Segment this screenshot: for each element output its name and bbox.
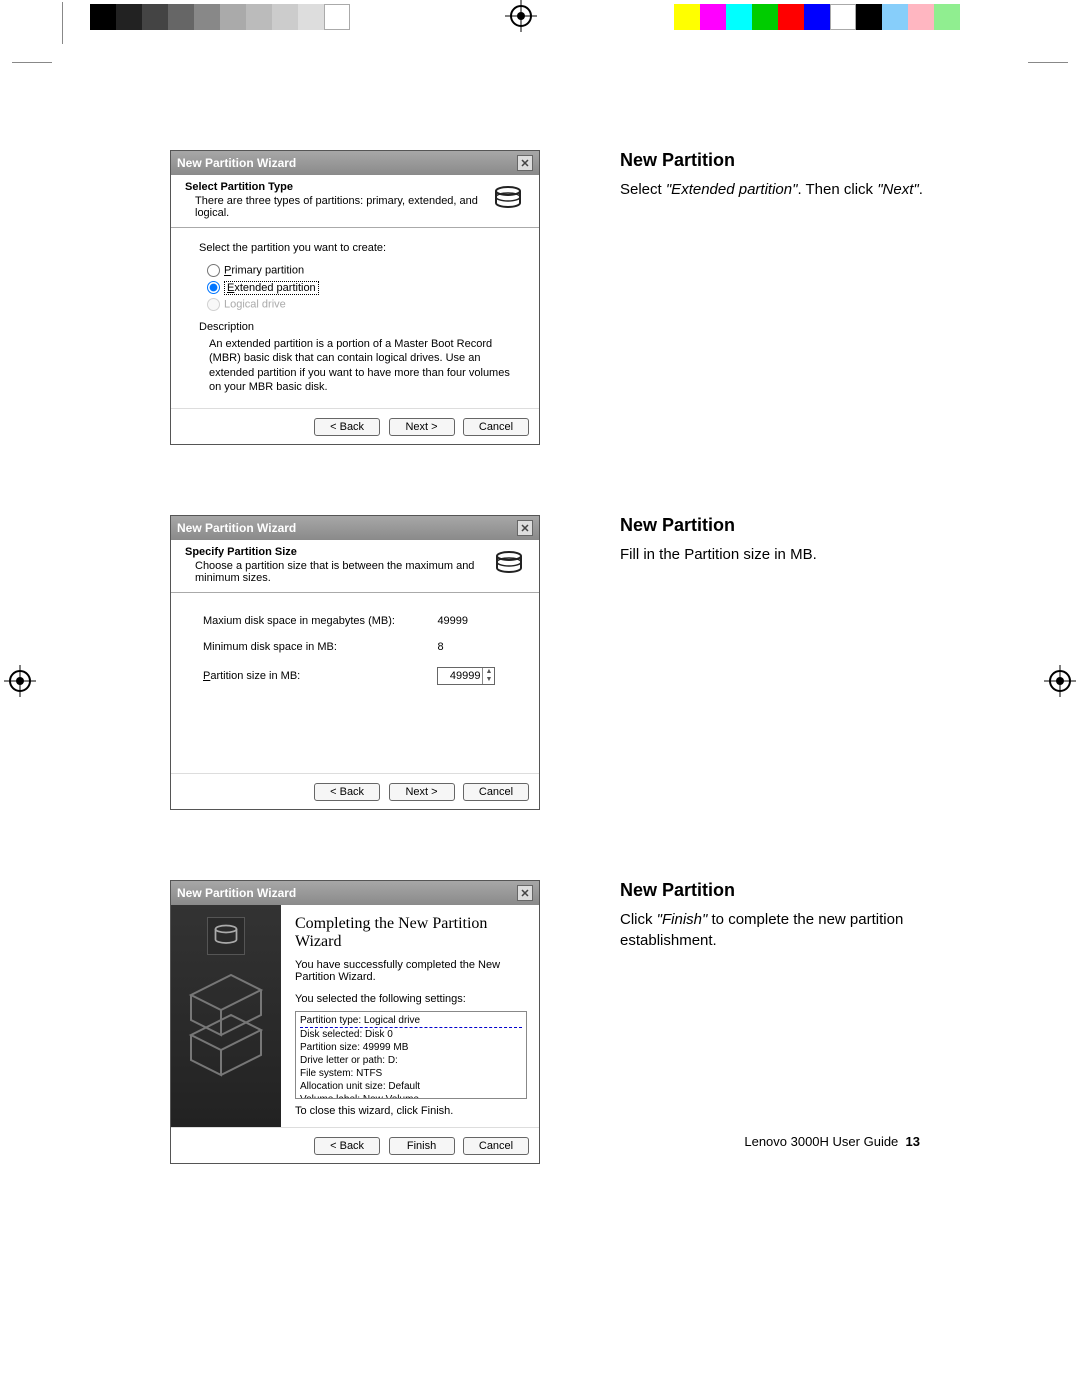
instruction-heading: New Partition [620, 150, 950, 171]
finish-button[interactable]: Finish [389, 1137, 455, 1155]
wizard-title: New Partition Wizard [177, 521, 296, 535]
disk-stack-icon [207, 917, 245, 955]
disk-stack-icon [492, 181, 525, 217]
footer-page-number: 13 [906, 1134, 920, 1149]
instruction-heading: New Partition [620, 515, 950, 536]
select-partition-prompt: Select the partition you want to create: [199, 242, 511, 254]
back-button[interactable]: < Back [314, 418, 380, 436]
radio-primary-partition[interactable]: PPrimary partitionrimary partition [207, 264, 511, 277]
wizard-title: New Partition Wizard [177, 886, 296, 900]
partition-size-stepper[interactable]: ▲▼ [437, 667, 495, 685]
instruction-text: Click "Finish" to complete the new parti… [620, 909, 950, 951]
list-item: File system: NTFS [300, 1067, 522, 1080]
completing-heading: Completing the New Partition Wizard [295, 915, 527, 951]
page-footer: Lenovo 3000H User Guide 13 [744, 1134, 920, 1149]
list-item: Volume label: New Volume [300, 1093, 522, 1099]
cancel-button[interactable]: Cancel [463, 418, 529, 436]
wizard-side-graphic [171, 905, 281, 1127]
close-icon[interactable]: ✕ [517, 520, 533, 536]
back-button[interactable]: < Back [314, 1137, 380, 1155]
list-item: Drive letter or path: D: [300, 1054, 522, 1067]
back-button[interactable]: < Back [314, 783, 380, 801]
cancel-button[interactable]: Cancel [463, 1137, 529, 1155]
footer-guide-name: Lenovo 3000H User Guide [744, 1134, 898, 1149]
wizard-header-title: Specify Partition Size [185, 546, 493, 558]
completing-success-text: You have successfully completed the New … [295, 959, 527, 983]
list-item: Allocation unit size: Default [300, 1080, 522, 1093]
wizard-dialog-completing: New Partition Wizard ✕ [170, 880, 540, 1164]
close-icon[interactable]: ✕ [517, 155, 533, 171]
wizard-header-subtitle: Choose a partition size that is between … [195, 560, 493, 584]
instruction-text: Select "Extended partition". Then click … [620, 179, 950, 200]
disk-stack-icon [493, 546, 525, 582]
max-space-value: 49999 [435, 609, 509, 633]
radio-logical-drive: Logical drive [207, 298, 511, 311]
radio-extended-partition[interactable]: Extended partition [207, 281, 511, 294]
registration-mark-icon [505, 0, 537, 32]
wizard-titlebar: New Partition Wizard ✕ [171, 516, 539, 540]
close-icon[interactable]: ✕ [517, 885, 533, 901]
wizard-title: New Partition Wizard [177, 156, 296, 170]
cancel-button[interactable]: Cancel [463, 783, 529, 801]
instruction-heading: New Partition [620, 880, 950, 901]
description-label: Description [199, 321, 511, 333]
disk-isometric-icon [181, 965, 271, 1105]
description-text: An extended partition is a portion of a … [209, 337, 511, 394]
list-item: Partition size: 49999 MB [300, 1041, 522, 1054]
next-button[interactable]: Next > [389, 783, 455, 801]
registration-mark-icon [1044, 665, 1076, 697]
close-hint-text: To close this wizard, click Finish. [295, 1105, 527, 1117]
spinner-up-icon[interactable]: ▲ [483, 668, 494, 676]
list-item: Disk selected: Disk 0 [300, 1028, 522, 1041]
settings-listbox[interactable]: Partition type: Logical drive Disk selec… [295, 1011, 527, 1099]
settings-selected-label: You selected the following settings: [295, 993, 527, 1005]
max-space-label: Maxium disk space in megabytes (MB): [201, 609, 433, 633]
wizard-dialog-partition-type: New Partition Wizard ✕ Select Partition … [170, 150, 540, 445]
partition-size-input[interactable] [438, 668, 482, 684]
list-item: Partition type: Logical drive [300, 1014, 522, 1028]
partition-size-label: Partition size in MB: [201, 661, 433, 691]
wizard-header-title: Select Partition Type [185, 181, 492, 193]
registration-mark-icon [4, 665, 36, 697]
color-bar-cmyk [674, 4, 960, 30]
wizard-titlebar: New Partition Wizard ✕ [171, 151, 539, 175]
wizard-dialog-partition-size: New Partition Wizard ✕ Specify Partition… [170, 515, 540, 810]
next-button[interactable]: Next > [389, 418, 455, 436]
min-space-label: Minimum disk space in MB: [201, 635, 433, 659]
wizard-titlebar: New Partition Wizard ✕ [171, 881, 539, 905]
min-space-value: 8 [435, 635, 509, 659]
wizard-header-subtitle: There are three types of partitions: pri… [195, 195, 492, 219]
instruction-text: Fill in the Partition size in MB. [620, 544, 950, 565]
spinner-down-icon[interactable]: ▼ [483, 676, 494, 684]
color-bar-grayscale [90, 4, 350, 30]
